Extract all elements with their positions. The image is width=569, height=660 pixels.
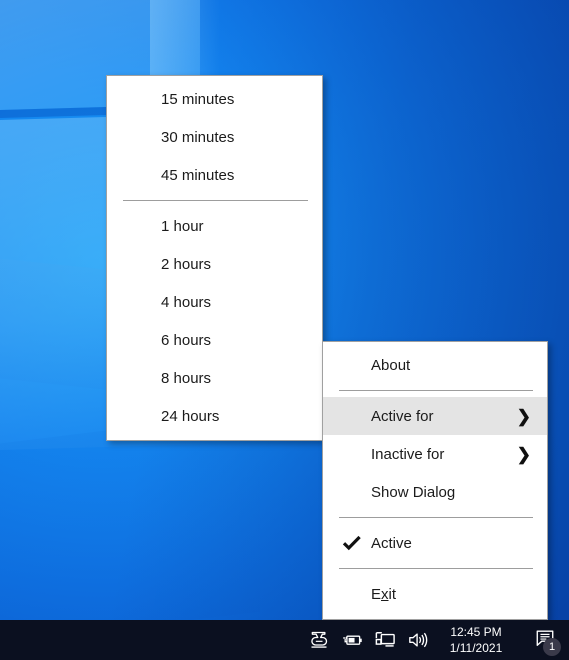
- system-tray-icons: [308, 629, 429, 651]
- menu-item-label: Inactive for: [371, 445, 445, 463]
- menu-item-exit-text-post: it: [388, 585, 397, 603]
- menu-item-about[interactable]: About: [323, 346, 547, 384]
- menu-item-label: 1 hour: [161, 217, 204, 235]
- menu-item-8-hours[interactable]: 8 hours: [107, 359, 322, 397]
- menu-item-active-for[interactable]: Active for ❯: [323, 397, 547, 435]
- menu-item-4-hours[interactable]: 4 hours: [107, 283, 322, 321]
- menu-item-show-dialog[interactable]: Show Dialog: [323, 473, 547, 511]
- menu-separator: [339, 390, 533, 391]
- menu-item-45-minutes[interactable]: 45 minutes: [107, 156, 322, 194]
- menu-item-label: Exit: [323, 586, 396, 603]
- notification-center-button[interactable]: 1: [525, 620, 565, 660]
- menu-item-24-hours[interactable]: 24 hours: [107, 397, 322, 435]
- menu-separator: [123, 200, 308, 201]
- chevron-right-icon: ❯: [516, 444, 531, 464]
- menu-item-exit[interactable]: Exit: [323, 575, 547, 613]
- menu-item-exit-text-pre: E: [371, 585, 382, 603]
- menu-item-label: Show Dialog: [371, 483, 456, 501]
- menu-item-label: Active for: [371, 407, 434, 425]
- menu-item-label: 2 hours: [161, 255, 212, 273]
- tray-context-menu[interactable]: About Active for ❯ Inactive for ❯ Show D…: [322, 341, 548, 620]
- menu-item-label: 45 minutes: [161, 166, 235, 184]
- taskbar-clock[interactable]: 12:45 PM 1/11/2021: [441, 624, 511, 656]
- clock-date: 1/11/2021: [449, 641, 503, 655]
- clock-time: 12:45 PM: [450, 625, 502, 639]
- menu-item-label: 8 hours: [161, 369, 212, 387]
- menu-item-label: 4 hours: [161, 293, 212, 311]
- active-for-submenu[interactable]: 15 minutes 30 minutes 45 minutes 1 hour …: [106, 75, 323, 441]
- menu-item-label: 24 hours: [161, 407, 220, 425]
- checkmark-icon: [341, 534, 363, 552]
- menu-separator: [339, 517, 533, 518]
- menu-item-2-hours[interactable]: 2 hours: [107, 245, 322, 283]
- menu-item-inactive-for[interactable]: Inactive for ❯: [323, 435, 547, 473]
- chevron-right-icon: ❯: [516, 406, 531, 426]
- notification-badge: 1: [543, 638, 561, 656]
- menu-item-15-minutes[interactable]: 15 minutes: [107, 80, 322, 118]
- menu-item-1-hour[interactable]: 1 hour: [107, 207, 322, 245]
- volume-icon[interactable]: [407, 629, 429, 651]
- menu-item-exit-accelerator: x: [381, 585, 389, 603]
- menu-item-6-hours[interactable]: 6 hours: [107, 321, 322, 359]
- menu-item-label: Active: [371, 534, 412, 552]
- menu-separator: [339, 568, 533, 569]
- menu-item-30-minutes[interactable]: 30 minutes: [107, 118, 322, 156]
- coffee-pot-icon[interactable]: [308, 629, 330, 651]
- menu-item-label: 6 hours: [161, 331, 212, 349]
- menu-item-active-toggle[interactable]: Active: [323, 524, 547, 562]
- network-display-icon[interactable]: [374, 629, 396, 651]
- battery-icon[interactable]: [341, 629, 363, 651]
- menu-item-label: 15 minutes: [161, 90, 235, 108]
- menu-item-label: 30 minutes: [161, 128, 235, 146]
- taskbar: 12:45 PM 1/11/2021 1: [0, 620, 569, 660]
- menu-item-label: About: [371, 356, 411, 374]
